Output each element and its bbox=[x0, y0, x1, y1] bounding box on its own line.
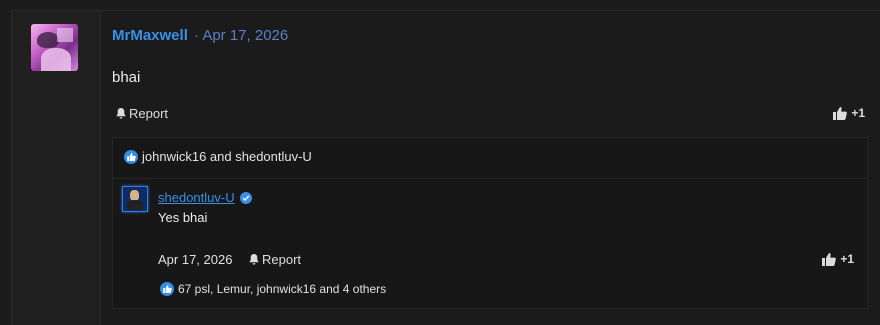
post-reactions[interactable]: johnwick16 and shedontluv-U bbox=[124, 149, 312, 164]
like-badge-icon bbox=[160, 282, 174, 296]
post-body: bhai bbox=[112, 69, 141, 86]
post-reactions-text: johnwick16 and shedontluv-U bbox=[142, 149, 312, 164]
report-label: Report bbox=[129, 106, 169, 121]
reply-username-text: shedontluv-U bbox=[158, 190, 235, 205]
reactions-box: johnwick16 and shedontluv-U shedontluv-U… bbox=[112, 137, 868, 309]
reply-actions: Apr 17, 2026 Report +1 bbox=[158, 252, 854, 268]
post-username[interactable]: MrMaxwell bbox=[112, 27, 188, 44]
reply-comment: shedontluv-U Yes bhai Apr 17, 2026 Repor… bbox=[113, 178, 867, 309]
thumbs-up-icon bbox=[833, 106, 848, 120]
post-main: MrMaxwell · Apr 17, 2026 bhai Report +1 … bbox=[112, 11, 880, 325]
reply-body: Yes bhai bbox=[158, 210, 208, 225]
post-date[interactable]: · Apr 17, 2026 bbox=[194, 27, 288, 44]
plus-one-label: +1 bbox=[851, 106, 865, 120]
bell-icon bbox=[116, 108, 126, 119]
reply-avatar[interactable] bbox=[122, 186, 148, 212]
verified-icon bbox=[239, 191, 252, 204]
thumbs-up-icon bbox=[822, 252, 837, 266]
reply-reactions-text: 67 psl, Lemur, johnwick16 and 4 others bbox=[178, 282, 387, 296]
like-badge-icon bbox=[124, 149, 138, 164]
report-button[interactable]: Report bbox=[115, 106, 168, 121]
forum-post: MrMaxwell · Apr 17, 2026 bhai Report +1 … bbox=[11, 10, 880, 325]
reply-report-button[interactable]: Report bbox=[248, 252, 301, 267]
bell-icon bbox=[249, 254, 259, 265]
reply-reactions[interactable]: 67 psl, Lemur, johnwick16 and 4 others bbox=[160, 282, 386, 296]
post-actions: Report +1 bbox=[112, 106, 865, 126]
reply-report-label: Report bbox=[262, 252, 302, 267]
reply-username[interactable]: shedontluv-U bbox=[158, 190, 252, 205]
reply-plus-one-label: +1 bbox=[840, 252, 854, 266]
avatar[interactable] bbox=[31, 24, 78, 71]
post-user-column bbox=[12, 11, 101, 325]
plus-one-button[interactable]: +1 bbox=[833, 106, 865, 120]
reply-plus-one-button[interactable]: +1 bbox=[822, 252, 854, 266]
reply-date[interactable]: Apr 17, 2026 bbox=[158, 252, 232, 267]
